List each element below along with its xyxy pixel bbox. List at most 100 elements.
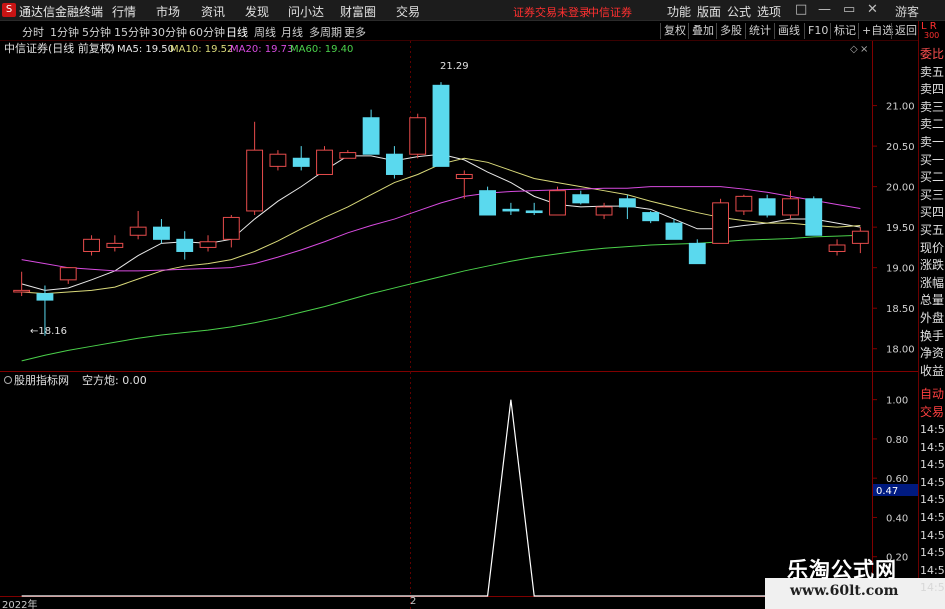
candle-body-up <box>106 242 124 248</box>
tool-f10[interactable]: F10 <box>804 23 831 39</box>
close-panel-icon[interactable]: × <box>860 44 868 55</box>
side-label: 涨幅 <box>920 275 945 290</box>
candle-body-down <box>618 198 636 208</box>
close-icon[interactable]: ✕ <box>867 2 878 17</box>
candle-body-up <box>455 173 473 180</box>
tool-tongji[interactable]: 统计 <box>745 23 774 39</box>
current-value-text: 0.47 <box>876 486 898 497</box>
side-time-entry: 14:56 <box>920 511 945 524</box>
menu-hangqing[interactable]: 行情 <box>112 3 136 20</box>
high-price-label: 21.29 <box>440 61 469 72</box>
candle-body-up <box>782 198 799 216</box>
maximize-icon[interactable]: ▭ <box>843 2 855 17</box>
tool-duogu[interactable]: 多股 <box>716 23 745 39</box>
candle-body-down <box>688 242 706 265</box>
side-label: 总量 <box>920 293 945 308</box>
indicator-chart[interactable]: 股朋指标网 空方炮: 0.00 1.000.800.600.400.20 0.4… <box>0 372 918 609</box>
period-15min[interactable]: 15分钟 <box>114 24 150 40</box>
period-daily[interactable]: 日线 <box>226 24 248 40</box>
side-time-entry: 14:56 <box>920 423 945 436</box>
candle-body-up <box>712 202 729 244</box>
candle-body-down <box>642 212 660 222</box>
period-fenshi[interactable]: 分时 <box>22 24 44 40</box>
side-label: 卖五 <box>920 64 945 79</box>
candle-body-up <box>13 289 31 293</box>
period-60min[interactable]: 60分钟 <box>189 24 225 40</box>
menu-shichang[interactable]: 市场 <box>156 3 180 20</box>
candle-body-down <box>758 198 776 216</box>
indicator-tick-label: 0.60 <box>886 474 908 485</box>
price-tick-label: 18.00 <box>886 345 915 356</box>
tool-fanhui[interactable]: 返回 <box>891 23 920 39</box>
side-label: 卖四 <box>920 82 945 97</box>
side-label: 外盘 <box>920 311 945 325</box>
candle-body-up <box>316 149 333 175</box>
candle-body-down <box>805 198 823 236</box>
period-more[interactable]: 更多 <box>344 24 366 40</box>
candle-body-down <box>385 153 403 175</box>
candle-body-up <box>339 152 357 159</box>
main-kline-chart[interactable]: 21.00 20.50 20.00 19.50 19.00 18.50 18.00 中信证券… <box>0 41 918 372</box>
candle-body-up <box>595 206 613 216</box>
stock-title: 中信证券(日线 前复权) <box>4 41 115 55</box>
ma20-label: MA20: 19.73 <box>230 44 293 55</box>
candle-body-down <box>502 208 520 212</box>
period-toolbar: 分时 1分钟 5分钟 15分钟 30分钟 60分钟 日线 周线 月线 多周期 更… <box>0 21 945 41</box>
low-price-label: ←18.16 <box>30 326 67 337</box>
menu-wenxiaoda[interactable]: 问小达 <box>288 3 324 20</box>
side-time-entry: 14:56 <box>920 546 945 560</box>
menu-gongshi[interactable]: 公式 <box>727 3 751 20</box>
x-axis-tick-label: 2 <box>410 596 417 607</box>
tool-diejia[interactable]: 叠加 <box>688 23 717 39</box>
side-lower-label[interactable]: 交易 <box>920 403 944 420</box>
menu-xuanxiang[interactable]: 选项 <box>757 3 781 20</box>
app-logo-icon: S <box>2 3 16 17</box>
guest-label[interactable]: 游客 <box>895 3 919 20</box>
indicator-tick-label: 0.40 <box>886 513 908 524</box>
period-monthly[interactable]: 月线 <box>281 24 303 40</box>
lr-sub-text: 300 <box>924 31 940 40</box>
side-lower-label[interactable]: 自动 <box>920 385 944 402</box>
side-time-entry: 14:56 <box>920 440 945 454</box>
tool-fuquan[interactable]: 复权 <box>660 23 689 39</box>
period-weekly[interactable]: 周线 <box>254 24 276 40</box>
ma5-label: MA5: 19.50 <box>117 44 174 55</box>
app-title: 通达信金融终端 <box>19 5 104 19</box>
lr-toggle[interactable]: L R 300 <box>918 21 945 43</box>
candle-body-down <box>153 226 170 240</box>
menu-banmian[interactable]: 版面 <box>697 3 721 20</box>
menu-caifuquan[interactable]: 财富圈 <box>340 3 376 20</box>
candle-body-up <box>129 226 147 236</box>
price-tick-label: 21.00 <box>886 102 915 113</box>
menu-zixun[interactable]: 资讯 <box>201 3 225 20</box>
period-30min[interactable]: 30分钟 <box>151 24 187 40</box>
candle-body-up <box>83 238 100 252</box>
restore-icon[interactable]: □ <box>795 2 807 17</box>
period-5min[interactable]: 5分钟 <box>82 24 111 40</box>
period-multi[interactable]: 多周期 <box>309 24 342 40</box>
side-time-entry: 14:56 <box>920 458 945 472</box>
side-label: 涨跌 <box>920 258 945 273</box>
price-tick-label: 18.50 <box>886 304 915 315</box>
candle-body-up <box>549 190 566 216</box>
period-1min[interactable]: 1分钟 <box>50 24 79 40</box>
candle-body-down <box>292 157 310 167</box>
side-time-entry: 14:56 <box>920 563 945 577</box>
indicator-tick-label: 0.80 <box>886 435 908 446</box>
candle-body-up <box>828 244 846 252</box>
side-label: 现价 <box>920 240 945 255</box>
candle-body-down <box>432 84 450 167</box>
candle-body-up <box>735 195 753 212</box>
minimize-icon[interactable]: — <box>818 2 831 17</box>
menu-gongneng[interactable]: 功能 <box>667 3 691 20</box>
ma10-label: MA10: 19.52 <box>170 44 233 55</box>
diamond-icon[interactable]: ◇ <box>850 44 858 55</box>
candle-body-up <box>409 117 427 155</box>
broker-name[interactable]: 中信证券 <box>588 4 632 20</box>
side-label: 买五 <box>920 223 945 237</box>
trade-login-warning[interactable]: 证券交易未登录 <box>513 4 590 20</box>
tool-biaoji[interactable]: 标记 <box>830 23 859 39</box>
menu-faxian[interactable]: 发现 <box>245 3 269 20</box>
menu-jiaoyi[interactable]: 交易 <box>396 3 420 20</box>
tool-huaxian[interactable]: 画线 <box>774 23 803 39</box>
